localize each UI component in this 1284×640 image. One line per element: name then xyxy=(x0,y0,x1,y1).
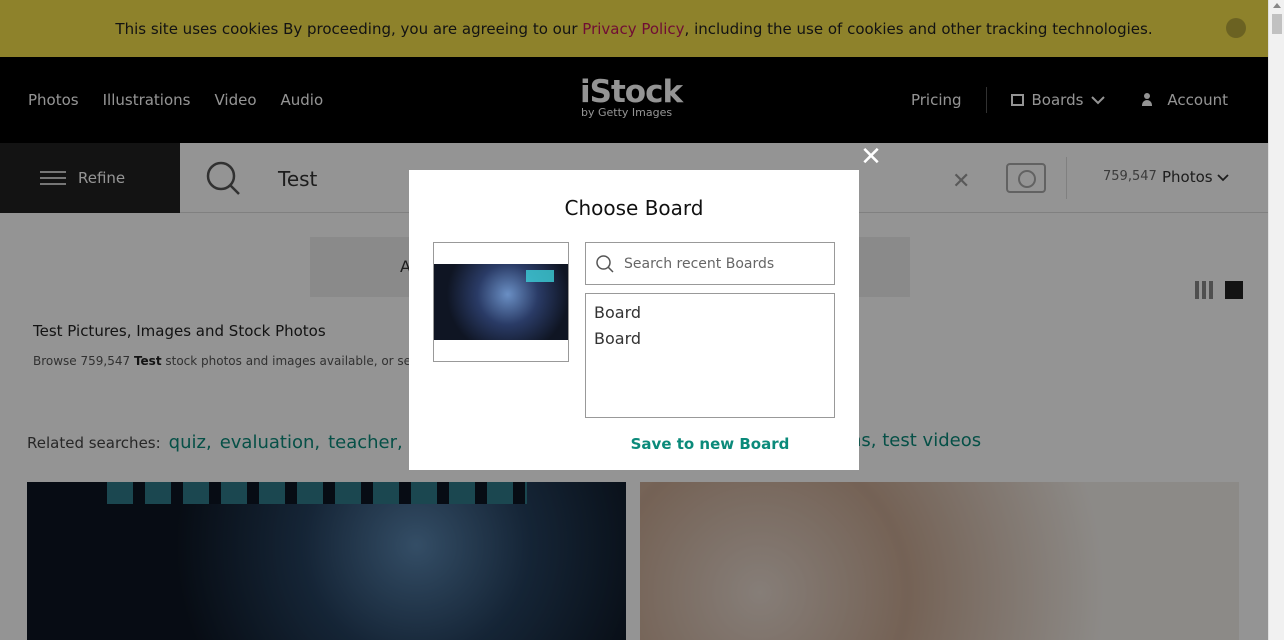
scroll-up-arrow-icon[interactable] xyxy=(1273,3,1281,8)
board-search-field[interactable] xyxy=(585,242,835,285)
board-search-input[interactable] xyxy=(624,243,829,284)
choose-board-dialog: Choose Board Board Board Save to new Boa… xyxy=(409,170,859,470)
search-icon xyxy=(596,255,614,273)
dialog-title: Choose Board xyxy=(564,196,704,220)
scroll-thumb[interactable] xyxy=(1272,14,1282,34)
save-to-new-board-button[interactable]: Save to new Board xyxy=(585,435,835,453)
board-list[interactable]: Board Board xyxy=(585,293,835,418)
image-detail xyxy=(526,270,554,282)
close-icon[interactable]: ✕ xyxy=(859,144,883,170)
board-list-item[interactable]: Board xyxy=(594,326,826,352)
thumbnail-image xyxy=(434,264,568,340)
page-scrollbar[interactable] xyxy=(1268,0,1284,640)
board-list-item[interactable]: Board xyxy=(594,300,826,326)
image-thumbnail xyxy=(433,242,569,362)
